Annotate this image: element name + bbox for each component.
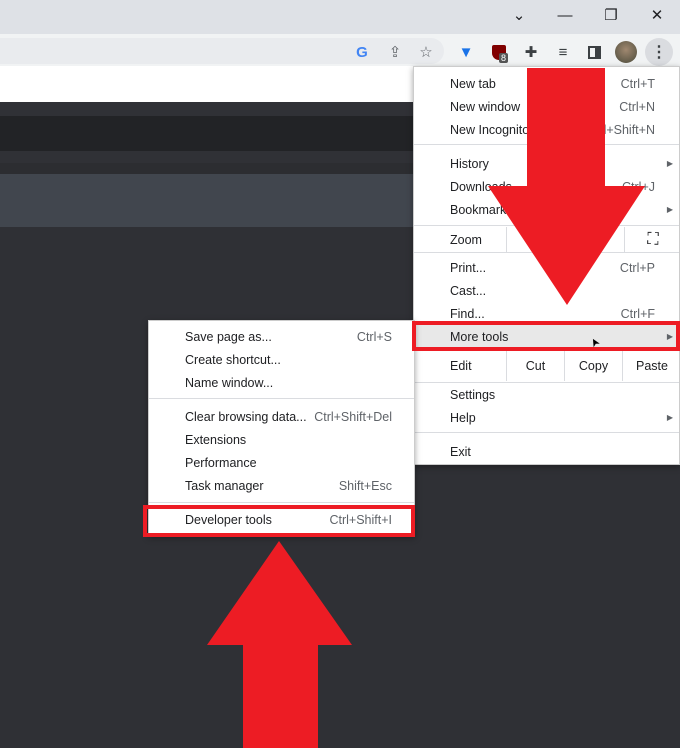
more-tools-highlight-box	[412, 321, 680, 351]
developer-tools-highlight-box	[143, 505, 415, 537]
down-arrow-annotation	[488, 68, 645, 305]
annotation-arrows	[207, 68, 645, 748]
up-arrow-annotation	[207, 541, 352, 748]
